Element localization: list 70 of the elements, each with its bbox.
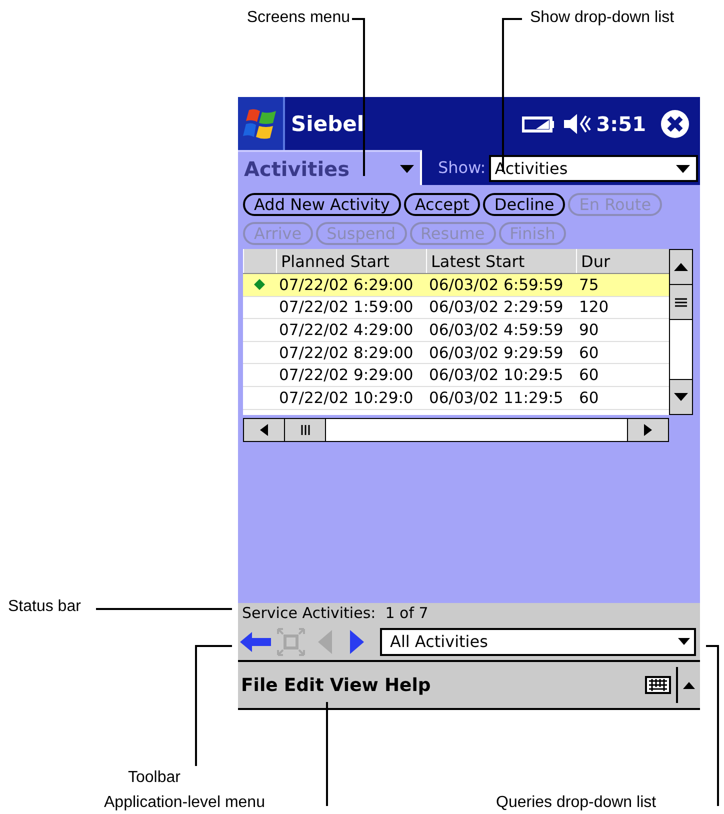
app-title: Siebel: [291, 112, 366, 136]
table-cell-text: 07/22/02 1:59:00: [278, 298, 414, 316]
table-cell-text: 07/22/02 8:29:00: [278, 344, 414, 362]
caret-up-icon[interactable]: [683, 682, 695, 688]
column-header[interactable]: Latest Start: [426, 249, 576, 273]
caret-icon: [400, 164, 414, 172]
keyboard-icon[interactable]: [645, 676, 671, 694]
table-row[interactable]: 07/22/02 9:29:00 06/03/02 10:29:5 60: [243, 364, 669, 387]
show-label: Show:: [438, 158, 486, 177]
table-cell-text: 60: [578, 366, 600, 384]
menu-item[interactable]: File: [241, 674, 278, 696]
triangle-up-icon: [674, 263, 688, 271]
table-row[interactable]: 07/22/02 1:59:00 06/03/02 2:29:59 120: [243, 296, 669, 320]
start-button[interactable]: [238, 97, 285, 150]
table-cell-text: 07/22/02 6:29:00: [278, 276, 414, 294]
caret-icon: [676, 164, 690, 172]
table-cell-text: 75: [578, 276, 600, 294]
table-row[interactable]: 07/22/02 10:29:0 06/03/02 11:29:5 60: [243, 386, 669, 410]
callout-label: Screens menu: [246, 9, 350, 27]
table-row[interactable]: 07/22/02 4:29:00 06/03/02 4:59:59 90: [243, 319, 669, 342]
table-cell-text: 120: [578, 298, 610, 316]
caret-icon: [678, 638, 690, 645]
screens-menu[interactable]: Activities: [238, 150, 422, 185]
action-button[interactable]: Accept: [404, 193, 480, 216]
column-header[interactable]: Planned Start: [276, 249, 426, 273]
vertical-scrollbar[interactable]: [669, 249, 693, 415]
table-cell-text: 90: [578, 320, 600, 339]
callout-label: Application-level menu: [104, 794, 265, 812]
horizontal-scrollbar[interactable]: [243, 418, 669, 442]
table-row[interactable]: 07/22/02 8:29:00 06/03/02 9:29:59 60: [243, 342, 669, 364]
action-button[interactable]: Decline: [483, 193, 566, 216]
table-cell-text: 06/03/02 10:29:5: [428, 366, 564, 384]
triangle-down-icon: [674, 393, 688, 401]
speaker-icon[interactable]: [562, 112, 592, 136]
back-arrow-icon[interactable]: [240, 630, 272, 652]
menu-item[interactable]: Edit: [284, 674, 324, 696]
table-row[interactable]: 07/22/02 6:29:00 06/03/02 6:59:59 75: [243, 274, 669, 297]
close-icon[interactable]: [660, 108, 690, 138]
triangle-left-icon: [260, 424, 268, 436]
table-cell-text: 07/22/02 4:29:00: [278, 320, 414, 339]
menu-item[interactable]: Help: [384, 674, 431, 696]
callout-label: Show drop-down list: [530, 9, 674, 27]
scroll-right-button[interactable]: [627, 419, 668, 441]
queries-dropdown[interactable]: All Activities: [380, 628, 696, 656]
scroll-thumb[interactable]: [285, 419, 326, 441]
status-text: Service Activities: 1 of 7: [242, 604, 428, 622]
callout-label: Queries drop-down list: [496, 794, 656, 812]
table-cell-text: 07/22/02 9:29:00: [278, 366, 414, 384]
show-dropdown[interactable]: Activities: [488, 155, 698, 182]
table-cell-text: 06/03/02 4:59:59: [428, 320, 564, 339]
next-arrow-icon[interactable]: [350, 630, 364, 654]
table-cell-text: 60: [578, 388, 600, 407]
menu-item[interactable]: View: [330, 674, 378, 696]
battery-icon[interactable]: [522, 114, 554, 132]
table-cell-text: 60: [578, 344, 600, 362]
table-cell-text: 06/03/02 11:29:5: [428, 388, 564, 407]
triangle-right-icon: [644, 424, 652, 436]
callout-label: Toolbar: [128, 769, 180, 787]
callout-label: Status bar: [8, 598, 81, 616]
clock-time[interactable]: 3:51: [596, 112, 646, 136]
table-cell-text: 06/03/02 6:59:59: [428, 276, 564, 294]
table-cell-text: 06/03/02 2:29:59: [428, 298, 564, 316]
scroll-thumb[interactable]: [670, 285, 692, 320]
diamond-icon: [254, 279, 265, 290]
table-cell-text: 07/22/02 10:29:0: [278, 388, 414, 407]
action-button[interactable]: Add New Activity: [243, 193, 401, 216]
scroll-up-button[interactable]: [670, 250, 692, 285]
scroll-down-button[interactable]: [670, 379, 692, 414]
scroll-left-button[interactable]: [244, 419, 285, 441]
table-cell-text: 06/03/02 9:29:59: [428, 344, 564, 362]
